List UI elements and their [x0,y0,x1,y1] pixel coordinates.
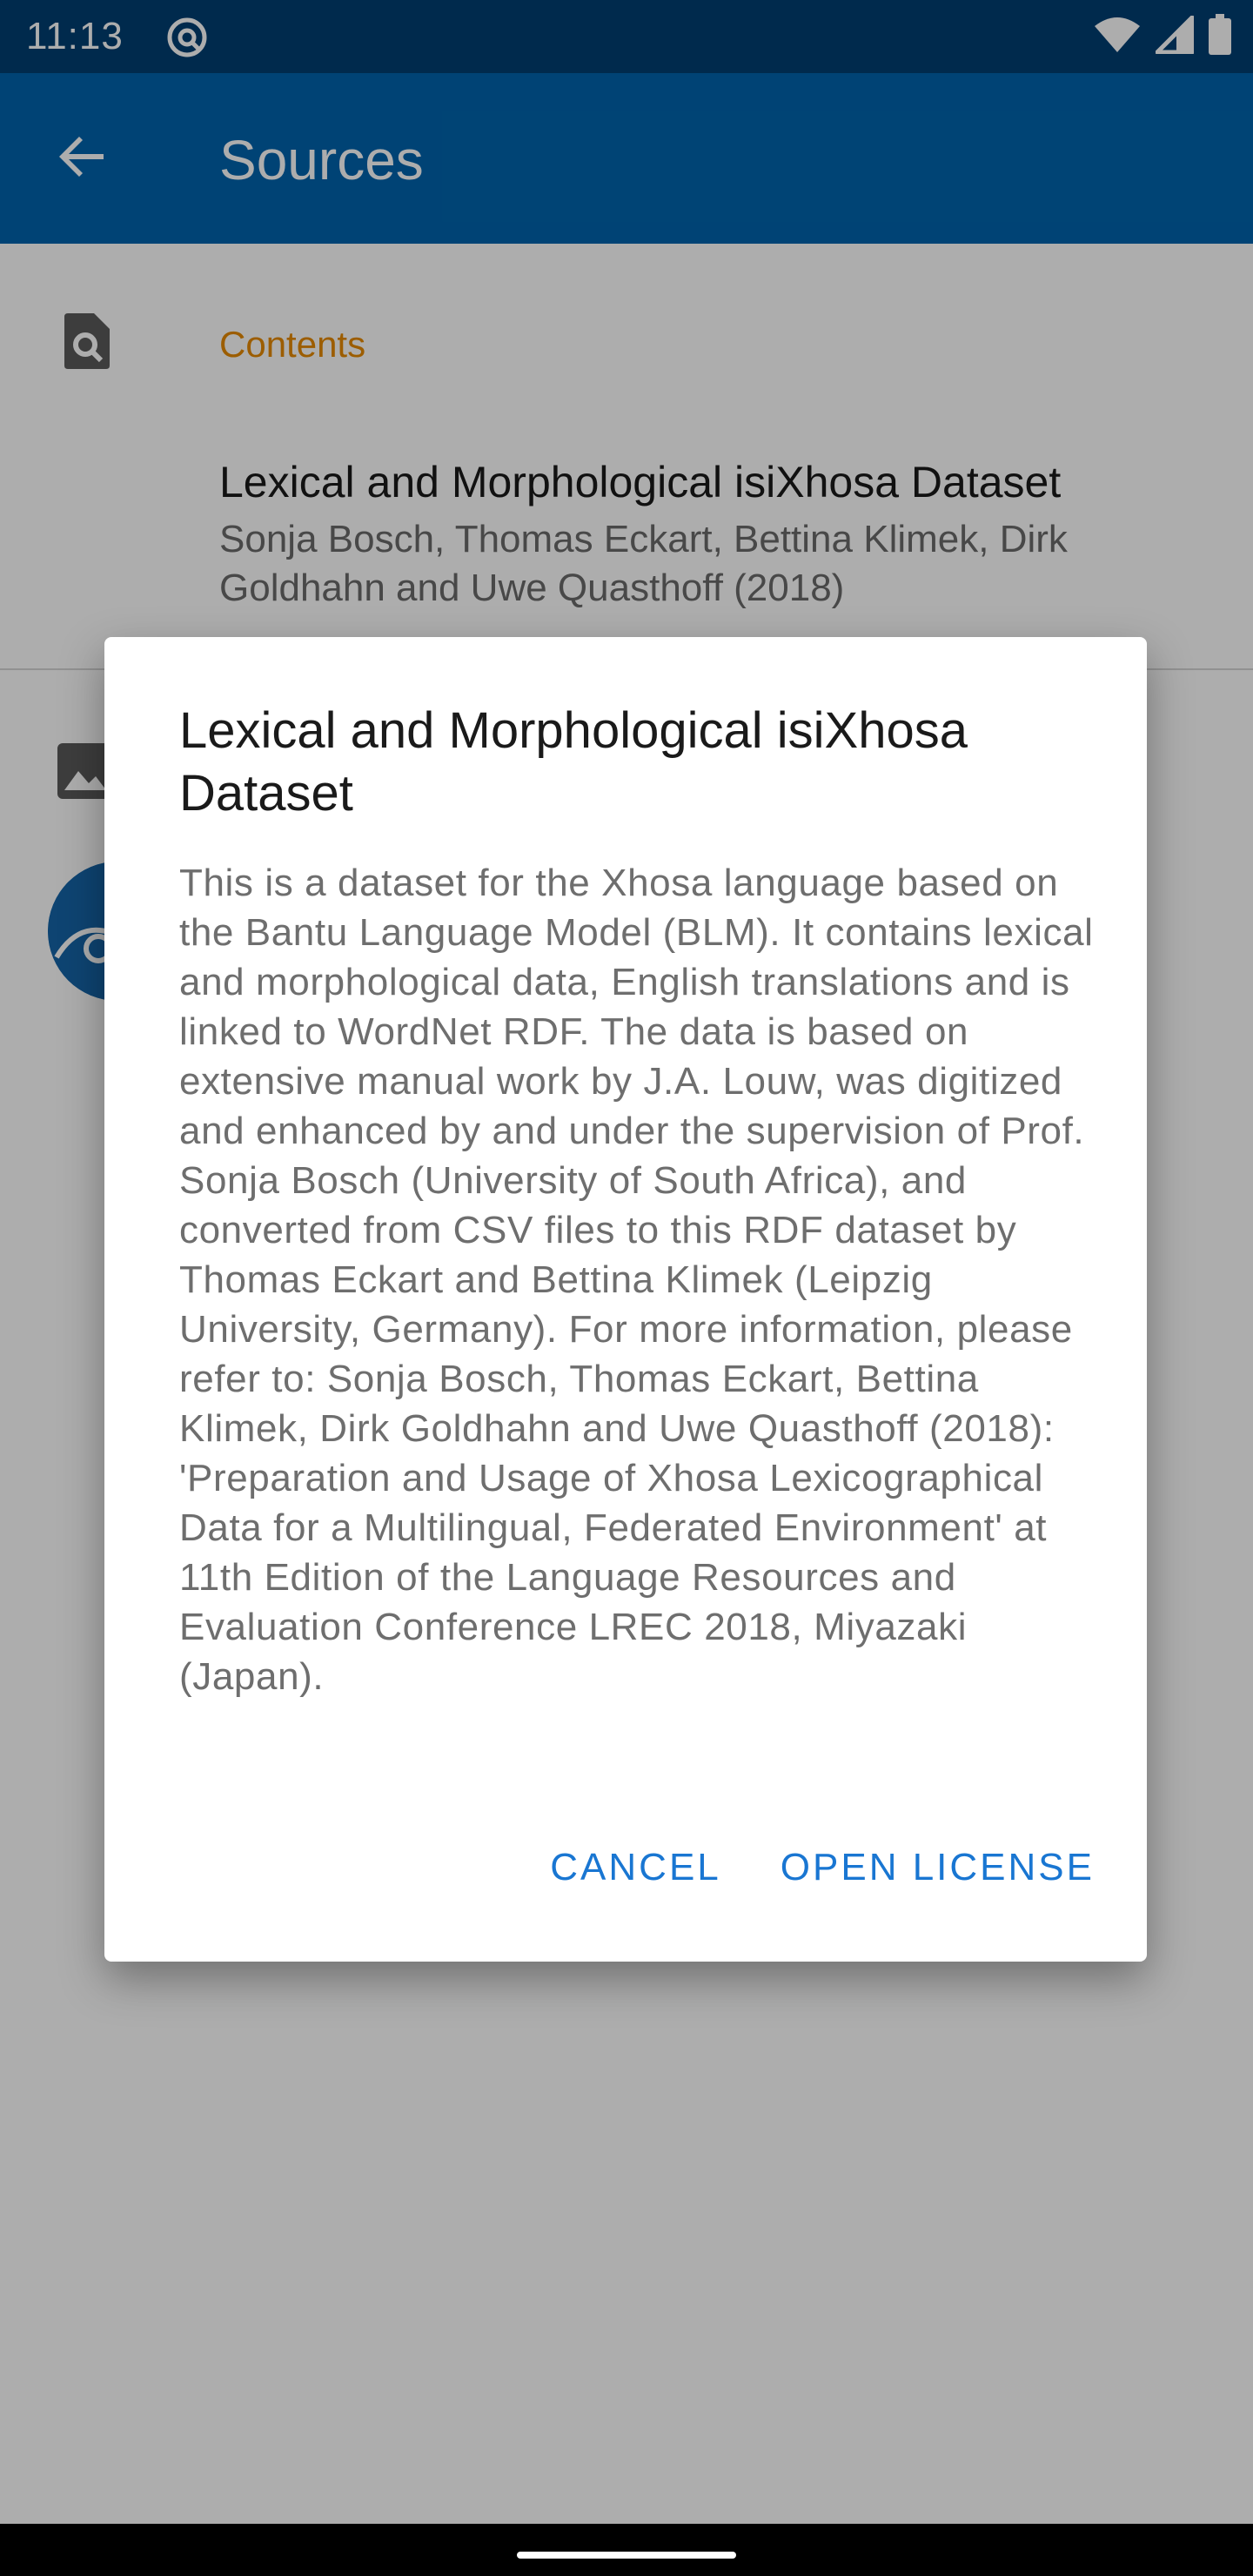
open-license-button[interactable]: OPEN LICENSE [763,1833,1112,1902]
screen: 11:13 Sources Contents Lexical and Morph… [0,0,1253,2576]
dialog-actions: CANCEL OPEN LICENSE [533,1833,1112,1902]
home-indicator[interactable] [517,2552,736,2559]
source-dialog: Lexical and Morphological isiXhosa Datas… [104,637,1147,1962]
dialog-title: Lexical and Morphological isiXhosa Datas… [179,702,968,822]
dialog-body: This is a dataset for the Xhosa language… [179,862,1094,1698]
cancel-button[interactable]: CANCEL [533,1833,739,1902]
navigation-bar [0,2524,1253,2576]
